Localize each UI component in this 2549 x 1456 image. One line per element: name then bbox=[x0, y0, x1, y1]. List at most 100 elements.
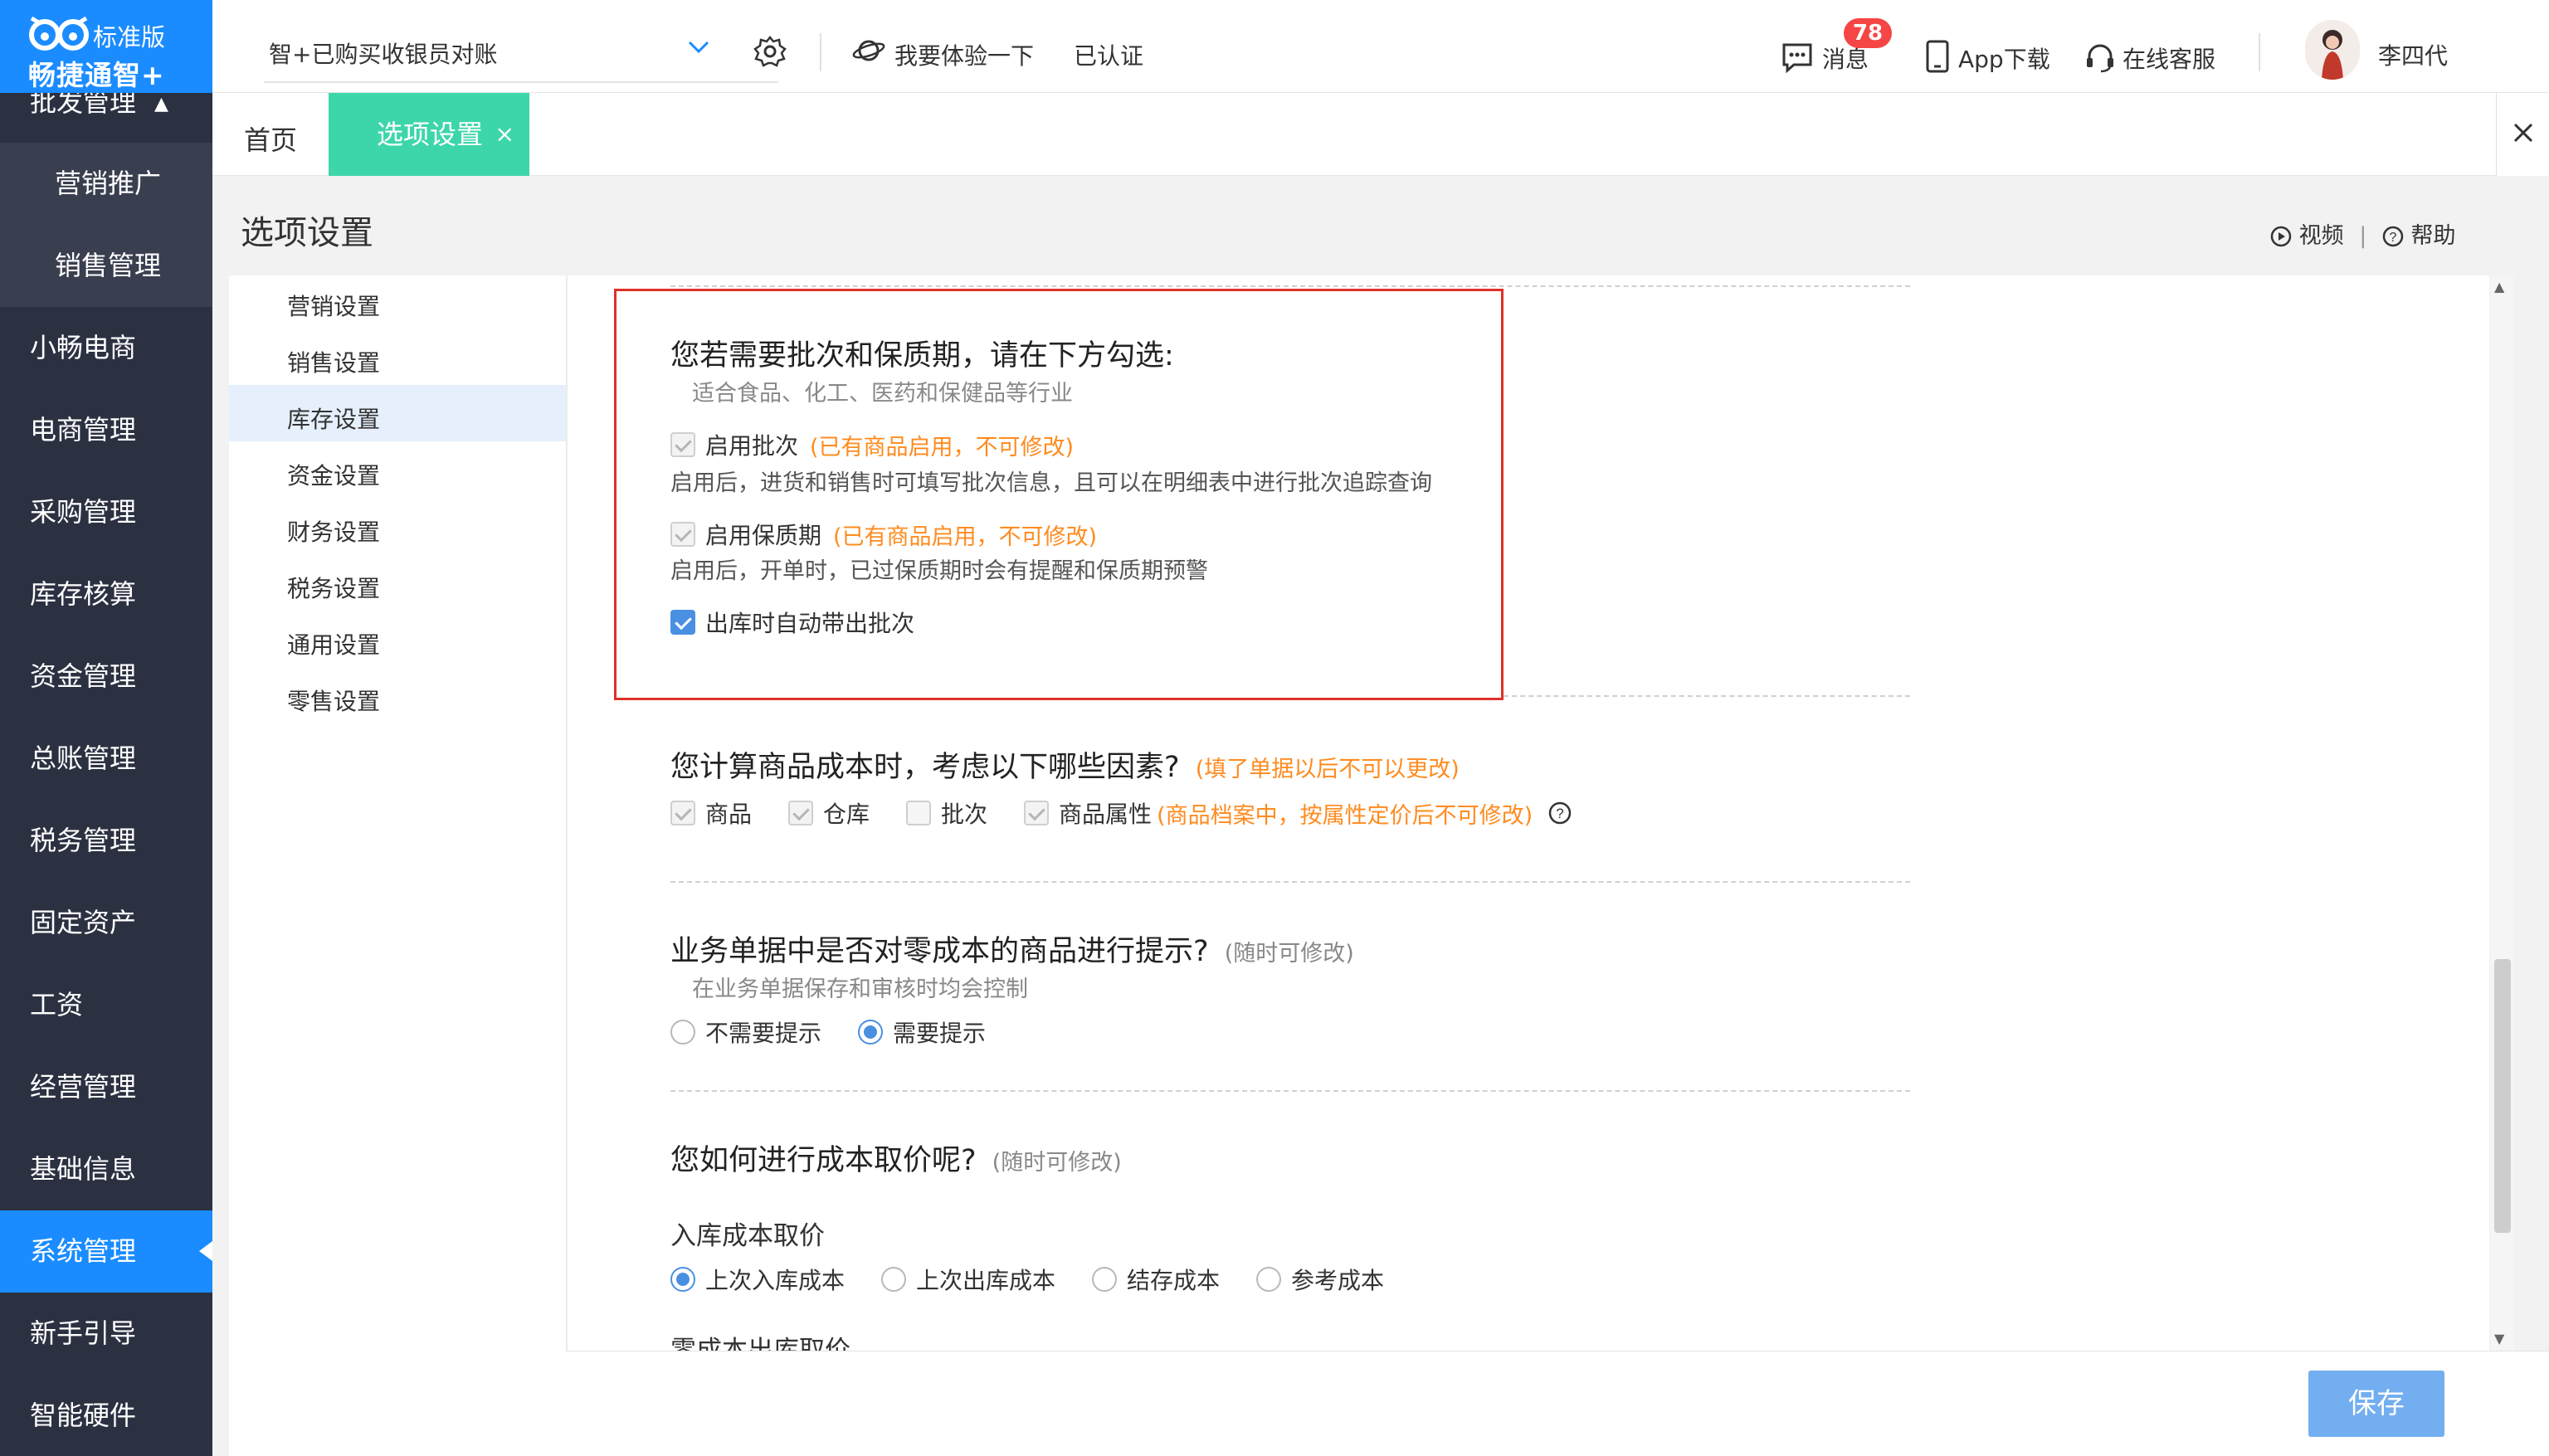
category-retail[interactable]: 零售设置 bbox=[287, 684, 380, 717]
factor-warehouse-label: 仓库 bbox=[823, 801, 870, 828]
factor-attr-label: 商品属性 bbox=[1059, 801, 1153, 828]
sidebar-item-payroll[interactable]: 工资 bbox=[0, 964, 212, 1046]
factor-warehouse-checkbox[interactable] bbox=[788, 801, 814, 825]
sidebar-item-tax[interactable]: 税务管理 bbox=[0, 800, 212, 882]
avatar[interactable] bbox=[2305, 20, 2360, 80]
planet-icon bbox=[852, 40, 885, 61]
sidebar-item-basic-info[interactable]: 基础信息 bbox=[0, 1128, 212, 1210]
brand-name: 畅捷通智+ bbox=[28, 59, 165, 91]
price-section-note: (随时可修改) bbox=[992, 1150, 1122, 1176]
sidebar-item-ecom[interactable]: 电商管理 bbox=[0, 389, 212, 471]
no-prompt-radio[interactable] bbox=[670, 1020, 695, 1045]
cost-section-title: 您计算商品成本时，考虑以下哪些因素? bbox=[670, 751, 1180, 784]
panel-divider bbox=[566, 275, 568, 1456]
svg-text:?: ? bbox=[2389, 231, 2396, 245]
message-count-badge: 78 bbox=[1844, 18, 1892, 48]
category-tax[interactable]: 税务设置 bbox=[287, 571, 380, 604]
category-general[interactable]: 通用设置 bbox=[287, 627, 380, 660]
chevron-down-icon[interactable] bbox=[685, 33, 712, 60]
factor-goods-checkbox[interactable] bbox=[670, 801, 695, 825]
online-service-link[interactable]: 在线客服 bbox=[2123, 41, 2215, 75]
app-download-link[interactable]: App下载 bbox=[1958, 41, 2050, 75]
section-divider bbox=[670, 1090, 1910, 1092]
caret-up-icon: ▲ bbox=[154, 93, 168, 114]
question-icon[interactable]: ? bbox=[1547, 801, 1572, 825]
save-button[interactable]: 保存 bbox=[2308, 1371, 2444, 1437]
zero-section-header: 业务单据中是否对零成本的商品进行提示? (随时可修改) bbox=[670, 928, 1354, 970]
username[interactable]: 李四代 bbox=[2378, 38, 2448, 71]
sidebar-item-ledger[interactable]: 总账管理 bbox=[0, 718, 212, 800]
help-circle-icon: ? bbox=[2382, 226, 2404, 247]
account-selector[interactable]: 智+已购买收银员对账 bbox=[269, 37, 497, 70]
tab-options-settings[interactable]: 选项设置 × bbox=[329, 93, 529, 176]
sidebar-item-funds[interactable]: 资金管理 bbox=[0, 635, 212, 718]
active-indicator bbox=[199, 1241, 212, 1261]
close-tab-icon[interactable]: × bbox=[495, 93, 514, 176]
last-in-radio[interactable] bbox=[670, 1267, 695, 1292]
category-marketing[interactable]: 营销设置 bbox=[287, 289, 380, 322]
scroll-up-icon[interactable]: ▲ bbox=[2494, 279, 2504, 295]
footer-bar bbox=[566, 1351, 2549, 1456]
tab-home[interactable]: 首页 bbox=[244, 119, 297, 158]
tabs-bar: 首页 选项设置 × bbox=[212, 93, 2549, 176]
sidebar-item-hardware[interactable]: 智能硬件 bbox=[0, 1375, 212, 1456]
sidebar-item-purchase[interactable]: 采购管理 bbox=[0, 471, 212, 553]
factor-attr-checkbox[interactable] bbox=[1024, 801, 1050, 825]
sidebar: 批发管理 ▲ 营销推广 销售管理 小畅电商 电商管理 采购管理 库存核算 资金管理… bbox=[0, 0, 212, 1456]
cost-section-note: (填了单据以后不可以更改) bbox=[1195, 757, 1460, 782]
price-section-title: 您如何进行成本取价呢? bbox=[670, 1144, 977, 1177]
divider bbox=[2259, 33, 2260, 71]
close-icon bbox=[2513, 123, 2533, 143]
need-prompt-radio[interactable] bbox=[858, 1020, 884, 1045]
no-prompt-label: 不需要提示 bbox=[705, 1020, 822, 1047]
category-finance[interactable]: 财务设置 bbox=[287, 514, 380, 548]
category-inventory[interactable]: 库存设置 bbox=[287, 402, 380, 435]
message-icon[interactable] bbox=[1781, 41, 1814, 73]
sidebar-item-fixed-assets[interactable]: 固定资产 bbox=[0, 882, 212, 964]
video-label: 视频 bbox=[2298, 223, 2344, 249]
category-sales[interactable]: 销售设置 bbox=[287, 345, 380, 378]
certified-status[interactable]: 已认证 bbox=[1074, 38, 1143, 71]
stock-cost-label: 结存成本 bbox=[1127, 1267, 1221, 1294]
factor-attr-note: (商品档案中，按属性定价后不可修改) bbox=[1157, 802, 1533, 829]
sidebar-item-label: 系统管理 bbox=[30, 1235, 137, 1267]
ref-cost-label: 参考成本 bbox=[1291, 1267, 1385, 1294]
owl-logo-icon bbox=[29, 16, 89, 51]
close-all-tabs-button[interactable] bbox=[2496, 93, 2549, 176]
try-experience-link[interactable]: 我要体验一下 bbox=[894, 38, 1034, 71]
inbound-price-row: 上次入库成本 上次出库成本 结存成本 参考成本 bbox=[670, 1263, 1384, 1296]
separator: | bbox=[2359, 223, 2367, 249]
scrollbar-thumb[interactable] bbox=[2494, 959, 2511, 1233]
help-link[interactable]: ? 帮助 bbox=[2382, 223, 2455, 249]
ref-cost-radio[interactable] bbox=[1256, 1267, 1282, 1292]
headset-icon bbox=[2087, 44, 2113, 73]
top-bar: 智+已购买收银员对账 我要体验一下 已认证 消息 78 App下载 在线客服 李… bbox=[212, 0, 2549, 93]
zero-prompt-row: 不需要提示 需要提示 bbox=[670, 1015, 986, 1049]
factor-goods-label: 商品 bbox=[705, 801, 753, 828]
sidebar-item-xiaochang-ecom[interactable]: 小畅电商 bbox=[0, 307, 212, 389]
sidebar-item-system[interactable]: 系统管理 bbox=[0, 1210, 212, 1293]
active-category-highlight bbox=[229, 385, 566, 441]
app-logo[interactable]: 标准版 畅捷通智+ bbox=[0, 0, 212, 93]
video-link[interactable]: 视频 bbox=[2270, 223, 2344, 249]
scroll-down-icon[interactable]: ▼ bbox=[2494, 1331, 2504, 1346]
sidebar-submenu: 营销推广 销售管理 bbox=[0, 143, 212, 307]
factor-batch-checkbox[interactable] bbox=[906, 801, 932, 825]
last-out-radio[interactable] bbox=[881, 1267, 907, 1292]
cost-factors-row: 商品 仓库 批次 商品属性 (商品档案中，按属性定价后不可修改) ? bbox=[670, 796, 1572, 830]
sidebar-subitem-marketing[interactable]: 营销推广 bbox=[0, 143, 212, 225]
sidebar-item-inventory[interactable]: 库存核算 bbox=[0, 553, 212, 635]
play-circle-icon bbox=[2270, 226, 2292, 247]
gear-icon[interactable] bbox=[753, 35, 787, 68]
sidebar-item-guide[interactable]: 新手引导 bbox=[0, 1293, 212, 1375]
section-divider bbox=[1504, 695, 1910, 697]
cost-section-header: 您计算商品成本时，考虑以下哪些因素? (填了单据以后不可以更改) bbox=[670, 743, 1460, 786]
sidebar-subitem-sales[interactable]: 销售管理 bbox=[0, 225, 212, 307]
zero-out-price-label: 零成本出库取价 bbox=[670, 1336, 850, 1351]
sidebar-item-operations[interactable]: 经营管理 bbox=[0, 1046, 212, 1128]
section-divider bbox=[670, 285, 1910, 287]
category-funds[interactable]: 资金设置 bbox=[287, 458, 380, 491]
phone-icon bbox=[1926, 40, 1949, 73]
page-title: 选项设置 bbox=[241, 214, 373, 252]
stock-cost-radio[interactable] bbox=[1092, 1267, 1118, 1292]
